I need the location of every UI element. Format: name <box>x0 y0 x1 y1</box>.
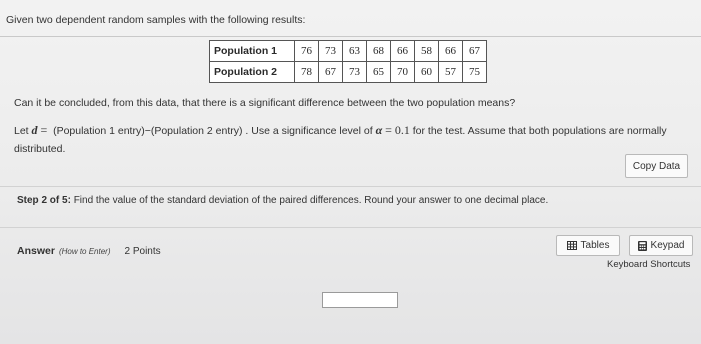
alpha-equals: = <box>385 123 392 137</box>
how-to-enter-link[interactable]: (How to Enter) <box>59 247 111 256</box>
intro-text: Given two dependent random samples with … <box>6 14 306 26</box>
table-cell: 75 <box>462 61 487 83</box>
table-cell: 66 <box>390 40 415 62</box>
table-cell: 78 <box>294 61 319 83</box>
keypad-button[interactable]: Keypad <box>629 235 693 256</box>
question-page: Given two dependent random samples with … <box>0 0 701 344</box>
divider <box>0 227 701 228</box>
copy-data-label: Copy Data <box>632 160 681 172</box>
answer-input[interactable] <box>322 292 398 308</box>
points-value: 2 Points <box>124 246 161 257</box>
step-instruction: Step 2 of 5: Find the value of the stand… <box>17 195 548 206</box>
equals-sign: = <box>40 123 48 137</box>
table-cell: 68 <box>366 40 391 62</box>
table-grid-icon <box>566 241 577 250</box>
answer-header: Answer (How to Enter) 2 Points <box>17 245 161 257</box>
data-table: Population 1 76 73 63 68 66 58 66 67 Population 2… <box>209 40 487 83</box>
alpha-value: 0.1 <box>394 123 410 137</box>
alpha-symbol: α <box>375 123 383 137</box>
let-word: Let <box>14 125 29 137</box>
table-row: Population 2 78 67 73 65 70 60 57 75 <box>209 61 487 83</box>
significance-text: . Use a significance level of <box>245 125 373 137</box>
d-definition: (Population 1 entry)−(Population 2 entry… <box>53 125 243 137</box>
table-cell: 67 <box>318 61 343 83</box>
row-label: Population 1 <box>209 40 295 62</box>
step-text: Find the value of the standard deviation… <box>73 195 549 206</box>
answer-label: Answer <box>17 245 55 257</box>
divider <box>0 36 701 37</box>
table-cell: 58 <box>414 40 439 62</box>
copy-data-button[interactable]: Copy Data <box>625 154 688 178</box>
divider <box>0 186 701 187</box>
table-cell: 57 <box>438 61 463 83</box>
table-cell: 66 <box>438 40 463 62</box>
tables-label: Tables <box>580 240 610 251</box>
keypad-label: Keypad <box>650 240 685 251</box>
row-label: Population 2 <box>209 61 295 83</box>
table-cell: 76 <box>294 40 319 62</box>
tables-button[interactable]: Tables <box>556 235 620 256</box>
step-label: Step 2 of 5: <box>17 195 71 206</box>
calculator-icon <box>637 240 647 251</box>
table-cell: 65 <box>366 61 391 83</box>
table-cell: 60 <box>414 61 439 83</box>
d-variable: d <box>31 123 38 137</box>
table-row: Population 1 76 73 63 68 66 58 66 67 <box>209 40 487 62</box>
question-text: Can it be concluded, from this data, tha… <box>14 97 516 109</box>
table-cell: 63 <box>342 40 367 62</box>
keyboard-shortcuts-link[interactable]: Keyboard Shortcuts <box>607 259 690 270</box>
hypothesis-setup: Let d = (Population 1 entry)−(Population… <box>14 121 684 158</box>
table-cell: 67 <box>462 40 487 62</box>
table-cell: 73 <box>318 40 343 62</box>
table-cell: 73 <box>342 61 367 83</box>
table-cell: 70 <box>390 61 415 83</box>
